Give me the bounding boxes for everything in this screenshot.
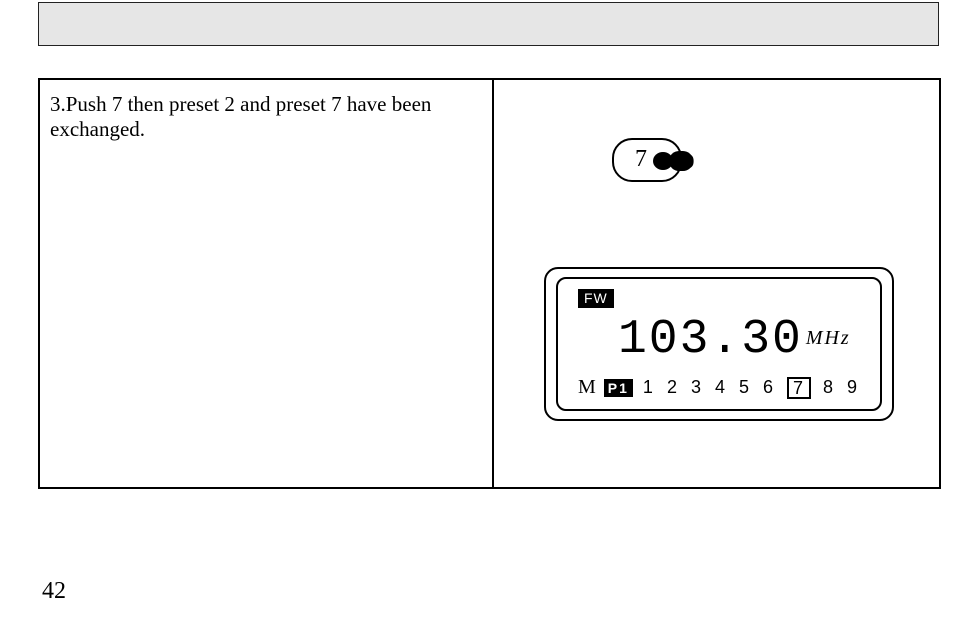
frequency-value: 103.30 <box>618 313 803 367</box>
preset-4: 4 <box>715 377 727 399</box>
preset-7-button[interactable]: 7 <box>612 138 682 182</box>
page-number: 42 <box>42 578 66 605</box>
button-label: 7 <box>635 146 647 173</box>
lcd-display: FW 103.30MHz M P1 123456789 <box>544 267 894 421</box>
preset-8: 8 <box>823 377 835 399</box>
page-indicator: P1 <box>604 379 633 397</box>
preset-3: 3 <box>691 377 703 399</box>
instruction-text: 3.Push 7 then preset 2 and preset 7 have… <box>50 92 470 142</box>
lcd-inner: FW 103.30MHz M P1 123456789 <box>556 277 882 411</box>
preset-row: M P1 123456789 <box>578 376 859 399</box>
frequency-unit: MHz <box>806 327 851 349</box>
preset-9: 9 <box>847 377 859 399</box>
preset-6: 6 <box>763 377 775 399</box>
frequency-readout: 103.30MHz <box>618 313 851 367</box>
preset-5: 5 <box>739 377 751 399</box>
illustration-area: 7 ) FW 103.30MHz <box>494 80 939 487</box>
instruction-panel: 3.Push 7 then preset 2 and preset 7 have… <box>38 78 941 489</box>
band-indicator: FW <box>578 289 614 308</box>
header-bar <box>38 2 939 46</box>
preset-list: 123456789 <box>643 377 859 399</box>
preset-7: 7 <box>787 377 811 399</box>
preset-2: 2 <box>667 377 679 399</box>
press-motion-icon: ) <box>689 152 694 170</box>
preset-1: 1 <box>643 377 655 399</box>
button-illustration: 7 ) <box>612 138 682 182</box>
memory-indicator: M <box>578 376 598 399</box>
